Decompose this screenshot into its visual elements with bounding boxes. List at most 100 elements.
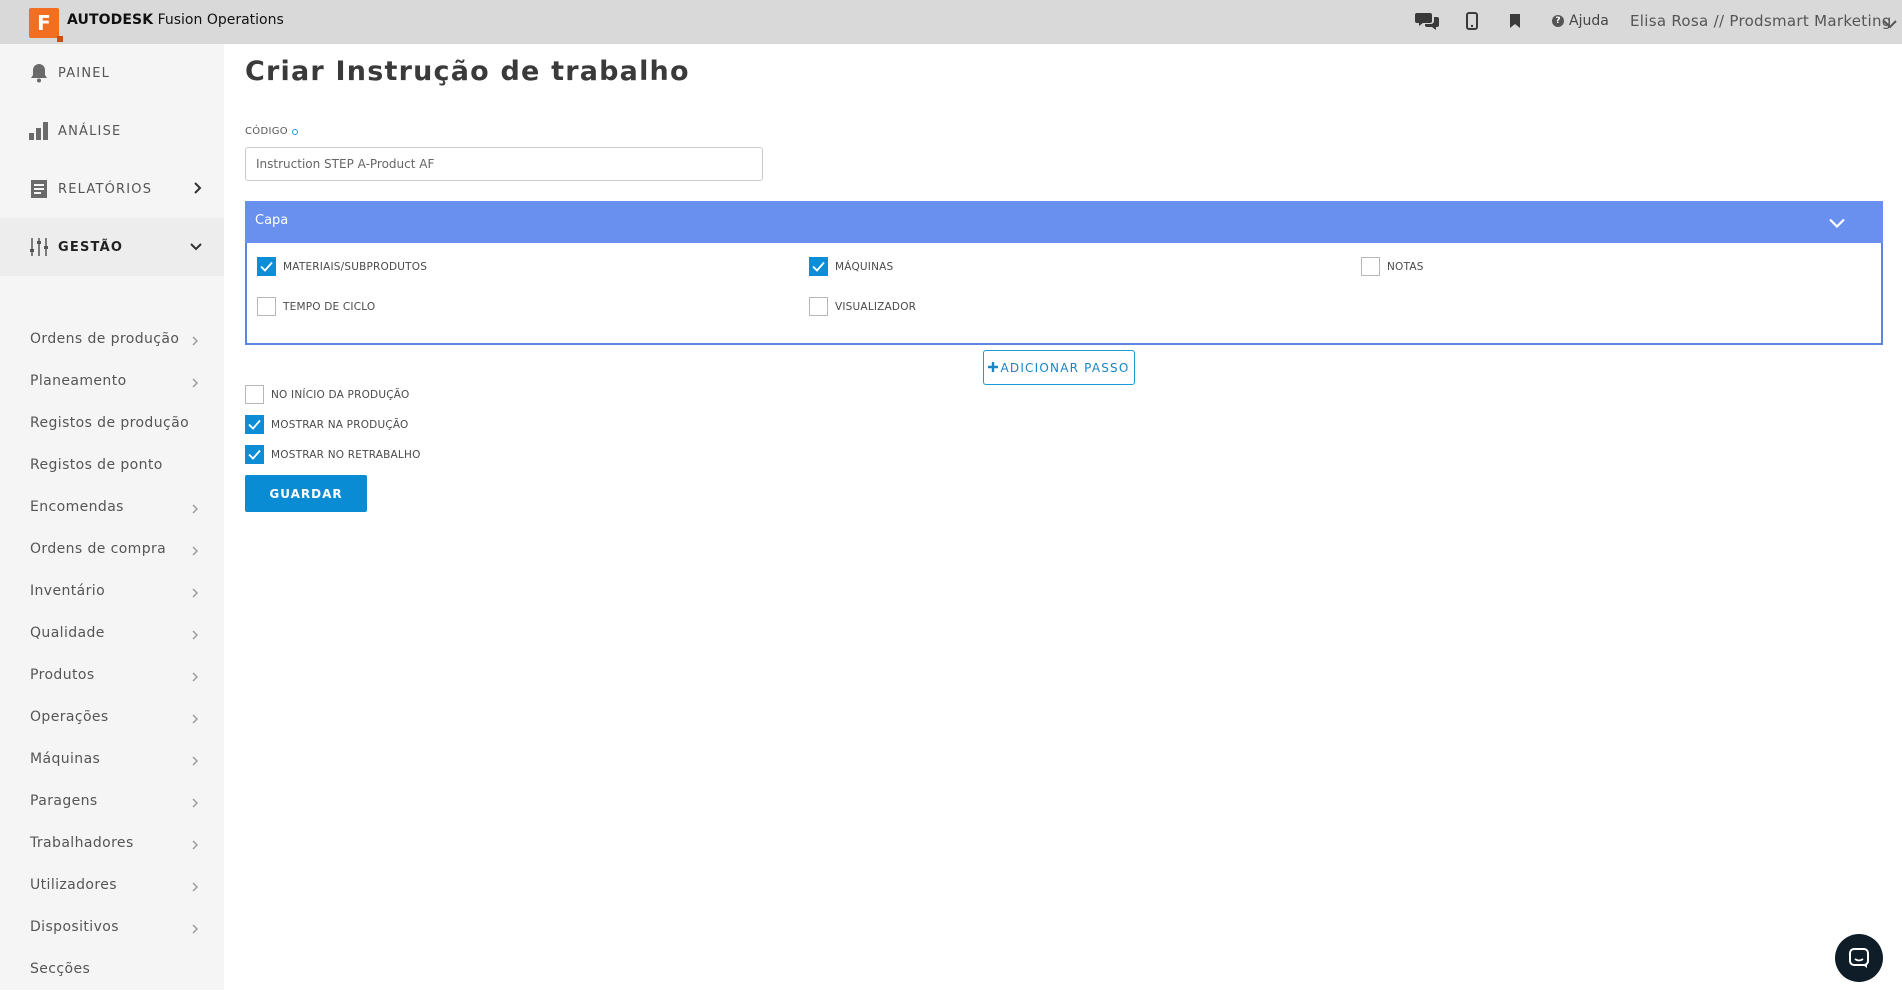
checkbox-checked-icon[interactable] <box>809 257 828 276</box>
sidebar-subitem-label: Ordens de compra <box>30 541 167 557</box>
checkbox-checked-icon[interactable] <box>245 415 264 434</box>
sliders-icon <box>28 236 50 258</box>
chevron-down-icon[interactable] <box>1829 213 1845 232</box>
checkbox-empty-icon[interactable] <box>809 297 828 316</box>
brand-name: AUTODESK Fusion Operations <box>67 12 284 28</box>
sidebar-subitem[interactable]: Qualidade <box>0 612 224 654</box>
chevron-right-icon <box>192 922 198 938</box>
sidebar-subitem-label: Planeamento <box>30 373 127 389</box>
sidebar-subitem[interactable]: Operações <box>0 696 224 738</box>
sidebar-item-label: GESTÃO <box>58 239 124 255</box>
chevron-right-icon <box>192 544 198 560</box>
chat-bubble-icon <box>1849 948 1869 968</box>
sidebar-subitem[interactable]: Registos de ponto <box>0 444 224 486</box>
sidebar-subitem-label: Dispositivos <box>30 919 119 935</box>
sidebar-item-label: ANÁLISE <box>58 123 122 139</box>
plus-icon <box>988 361 999 375</box>
brand-product: Fusion Operations <box>153 12 284 28</box>
chevron-right-icon <box>192 586 198 602</box>
sidebar-subitem[interactable]: Paragens <box>0 780 224 822</box>
sidebar-subitem-label: Registos de produção <box>30 415 190 431</box>
add-step-label: ADICIONAR PASSO <box>1000 360 1130 375</box>
help-icon: ? <box>1552 15 1564 27</box>
code-label-text: CÓDIGO <box>245 126 288 137</box>
chevron-right-icon <box>192 796 198 812</box>
sidebar-subitem-label: Utilizadores <box>30 877 117 893</box>
report-icon <box>28 178 50 200</box>
checkbox-label: NO INÍCIO DA PRODUÇÃO <box>271 388 410 401</box>
sidebar-subitem-label: Ordens de produção <box>30 331 180 347</box>
chevron-right-icon <box>192 838 198 854</box>
bar-chart-icon <box>28 120 50 142</box>
checkbox-checked-icon[interactable] <box>257 257 276 276</box>
cover-panel-header[interactable]: Capa <box>245 201 1883 243</box>
sidebar-subitem[interactable]: Ordens de compra <box>0 528 224 570</box>
checkbox-cover-option[interactable]: NOTAS <box>1361 257 1424 276</box>
chevron-right-icon <box>192 502 198 518</box>
checkbox-setting[interactable]: NO INÍCIO DA PRODUÇÃO <box>245 385 409 404</box>
code-field-label: CÓDIGO <box>245 126 298 137</box>
bell-icon <box>28 62 50 84</box>
chevron-right-icon <box>192 880 198 896</box>
sidebar-item-label: PAINEL <box>58 65 111 81</box>
checkbox-label: MÁQUINAS <box>835 260 894 273</box>
sidebar-subitem-label: Registos de ponto <box>30 457 163 473</box>
chevron-down-icon[interactable] <box>1883 14 1897 33</box>
checkbox-empty-icon[interactable] <box>257 297 276 316</box>
app-logo[interactable]: F <box>29 8 63 42</box>
brand-bold: AUTODESK <box>67 12 154 28</box>
chevron-right-icon <box>194 182 202 198</box>
checkbox-label: MATERIAIS/SUBPRODUTOS <box>283 260 428 273</box>
sidebar-subitem-label: Encomendas <box>30 499 124 515</box>
sidebar-item-gestao[interactable]: GESTÃO <box>0 218 224 276</box>
checkbox-checked-icon[interactable] <box>245 445 264 464</box>
checkbox-empty-icon[interactable] <box>1361 257 1380 276</box>
support-chat-button[interactable] <box>1835 934 1883 982</box>
top-bar: F AUTODESK Fusion Operations ? Ajuda Eli… <box>0 0 1902 44</box>
mobile-icon[interactable] <box>1459 10 1485 32</box>
bookmark-icon[interactable] <box>1502 10 1528 32</box>
sidebar-subitem-label: Qualidade <box>30 625 105 641</box>
checkbox-label: VISUALIZADOR <box>835 300 917 313</box>
required-indicator-icon <box>291 128 298 135</box>
cover-panel: Capa MATERIAIS/SUBPRODUTOS MÁQUINAS NOTAS T… <box>245 201 1883 345</box>
sidebar-subitem-label: Produtos <box>30 667 95 683</box>
sidebar-item-relatorios[interactable]: RELATÓRIOS <box>0 160 224 218</box>
checkbox-cover-option[interactable]: VISUALIZADOR <box>809 297 916 316</box>
sidebar-item-label: RELATÓRIOS <box>58 181 153 197</box>
sidebar-subitem[interactable]: Produtos <box>0 654 224 696</box>
help-link[interactable]: ? Ajuda <box>1552 13 1609 29</box>
checkbox-empty-icon[interactable] <box>245 385 264 404</box>
chevron-right-icon <box>192 754 198 770</box>
user-menu[interactable]: Elisa Rosa // Prodsmart Marketing <box>1630 12 1892 30</box>
sidebar-subitem[interactable]: Trabalhadores <box>0 822 224 864</box>
sidebar-subitem[interactable]: Inventário <box>0 570 224 612</box>
sidebar-subitem[interactable]: Dispositivos <box>0 906 224 948</box>
checkbox-cover-option[interactable]: MÁQUINAS <box>809 257 893 276</box>
chat-icon[interactable] <box>1414 10 1440 32</box>
sidebar-subitem[interactable]: Registos de produção <box>0 402 224 444</box>
checkbox-setting[interactable]: MOSTRAR NA PRODUÇÃO <box>245 415 409 434</box>
chevron-down-icon <box>190 240 202 255</box>
save-button[interactable]: GUARDAR <box>245 475 367 512</box>
chevron-right-icon <box>192 376 198 392</box>
sidebar-subitem[interactable]: Ordens de produção <box>0 318 224 360</box>
sidebar: PAINEL ANÁLISE RELATÓRIOS GESTÃO Ordens … <box>0 44 224 998</box>
sidebar-subitem-label: Trabalhadores <box>30 835 134 851</box>
checkbox-cover-option[interactable]: TEMPO DE CICLO <box>257 297 375 316</box>
checkbox-label: MOSTRAR NO RETRABALHO <box>271 448 421 461</box>
add-step-button[interactable]: ADICIONAR PASSO <box>983 350 1135 385</box>
sidebar-subitem[interactable]: Secções <box>0 948 224 990</box>
checkbox-cover-option[interactable]: MATERIAIS/SUBPRODUTOS <box>257 257 427 276</box>
sidebar-item-analise[interactable]: ANÁLISE <box>0 102 224 160</box>
sidebar-subitem[interactable]: Máquinas <box>0 738 224 780</box>
sidebar-subitem[interactable]: Utilizadores <box>0 864 224 906</box>
sidebar-item-painel[interactable]: PAINEL <box>0 44 224 102</box>
code-input[interactable] <box>245 147 763 181</box>
sidebar-subitem[interactable]: Encomendas <box>0 486 224 528</box>
chevron-right-icon <box>192 334 198 350</box>
sidebar-subitem[interactable]: Instruções de trabalho <box>0 990 224 998</box>
checkbox-setting[interactable]: MOSTRAR NO RETRABALHO <box>245 445 421 464</box>
sidebar-subitem[interactable]: Planeamento <box>0 360 224 402</box>
chevron-right-icon <box>192 628 198 644</box>
